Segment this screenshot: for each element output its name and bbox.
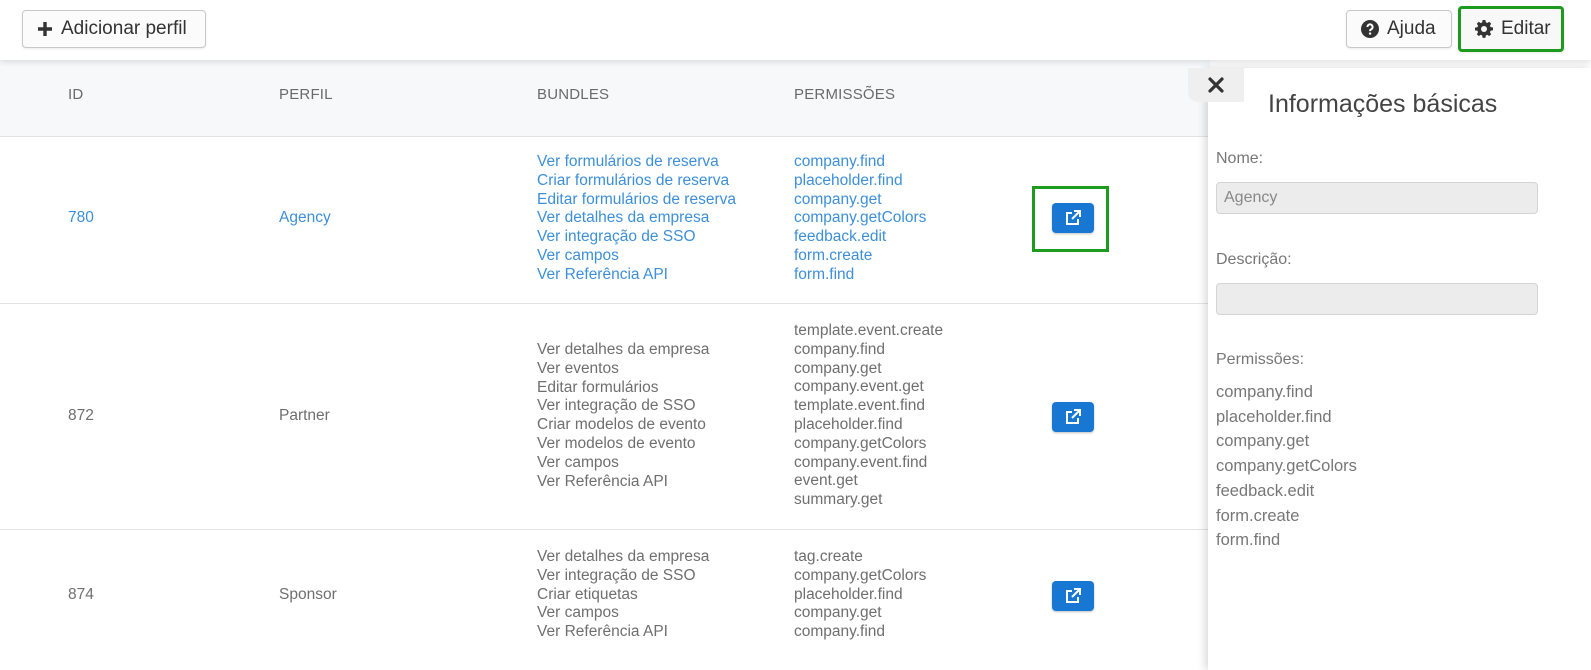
panel-permission-item: feedback.edit (1216, 481, 1315, 500)
row-id: 874 (68, 586, 94, 603)
open-edit-button[interactable] (1052, 402, 1094, 432)
gear-icon (1475, 20, 1493, 38)
permission-item: tag.create (794, 548, 863, 565)
permissions-list: company.find placeholder.find company.ge… (794, 153, 926, 285)
permission-item: company.getColors (794, 566, 927, 584)
permission-link[interactable]: company.getColors (794, 209, 926, 228)
bundles-list: Ver detalhes da empresa Ver eventos Edit… (537, 341, 709, 491)
permission-link[interactable]: company.find (794, 153, 926, 172)
permission-link[interactable]: placeholder.find (794, 172, 926, 191)
header-profile: PERFIL (279, 86, 333, 103)
bundle-link[interactable]: Ver detalhes da empresa (537, 209, 736, 228)
add-profile-label: Adicionar perfil (61, 18, 187, 39)
bundle-item: Ver campos (537, 453, 619, 471)
permission-item: placeholder.find (794, 415, 903, 433)
row-id: 872 (68, 407, 94, 424)
bundle-link[interactable]: Editar formulários de reserva (537, 191, 736, 210)
panel-title: Informações básicas (1268, 90, 1498, 118)
bundle-item: Ver Referência API (537, 472, 668, 490)
bundle-link[interactable]: Criar formulários de reserva (537, 172, 736, 191)
permission-item: company.find (794, 623, 886, 641)
bundle-link[interactable]: Ver Referência API (537, 266, 736, 285)
row-id-link[interactable]: 780 (68, 209, 94, 227)
help-button[interactable]: Ajuda (1346, 10, 1452, 48)
permission-link[interactable]: form.create (794, 247, 926, 266)
permission-item: company.find (794, 340, 886, 358)
bundle-item: Ver campos (537, 604, 619, 622)
permission-link[interactable]: company.get (794, 191, 926, 210)
close-panel-button[interactable] (1188, 68, 1244, 102)
panel-permission-item: company.getColors (1216, 457, 1357, 476)
panel-permissions-list: company.find placeholder.find company.ge… (1216, 380, 1357, 553)
permission-item: event.get (794, 472, 858, 490)
permissions-list: tag.create company.getColors placeholder… (794, 548, 926, 642)
permission-item: template.event.find (794, 397, 925, 415)
external-link-icon (1066, 210, 1081, 225)
permission-item: company.get (794, 604, 882, 622)
bundle-item: Ver detalhes da empresa (537, 548, 710, 565)
help-label: Ajuda (1387, 18, 1436, 39)
header-permissions: PERMISSÕES (794, 86, 896, 103)
permission-item: template.event.create (794, 322, 944, 339)
panel-permission-item: company.get (1216, 432, 1310, 451)
bundle-item: Ver integração de SSO (537, 397, 696, 415)
row-profile-link[interactable]: Agency (279, 209, 331, 227)
question-circle-icon (1361, 20, 1379, 38)
permission-item: placeholder.find (794, 585, 903, 603)
edit-button[interactable]: Editar (1458, 6, 1564, 52)
permissions-list: template.event.create company.find compa… (794, 322, 943, 510)
bundle-link[interactable]: Ver campos (537, 247, 736, 266)
description-field[interactable] (1216, 283, 1538, 315)
bundle-item: Ver integração de SSO (537, 566, 696, 584)
bundles-list: Ver detalhes da empresa Ver integração d… (537, 548, 709, 642)
permission-item: company.event.find (794, 453, 928, 471)
description-label: Descrição: (1216, 251, 1292, 268)
bundle-link[interactable]: Ver formulários de reserva (537, 153, 736, 172)
permission-item: company.getColors (794, 434, 927, 452)
bundle-link[interactable]: Ver integração de SSO (537, 228, 736, 247)
add-profile-button[interactable]: Adicionar perfil (22, 10, 206, 48)
permission-item: summary.get (794, 491, 883, 509)
open-edit-button[interactable] (1052, 581, 1094, 611)
bundle-item: Editar formulários (537, 378, 659, 396)
row-profile: Partner (279, 407, 330, 424)
panel-permission-item: form.create (1216, 506, 1300, 525)
bundle-item: Ver eventos (537, 359, 619, 377)
bundle-item: Ver detalhes da empresa (537, 341, 710, 358)
open-edit-button[interactable] (1052, 203, 1094, 233)
external-link-icon (1066, 409, 1081, 424)
edit-label: Editar (1501, 18, 1551, 39)
panel-permission-item: form.find (1216, 531, 1281, 550)
header-bundles: BUNDLES (537, 86, 610, 103)
bundle-item: Ver modelos de evento (537, 434, 696, 452)
bundle-item: Criar modelos de evento (537, 416, 706, 434)
row-profile: Sponsor (279, 586, 337, 603)
permission-link[interactable]: feedback.edit (794, 228, 926, 247)
header-id: ID (68, 86, 84, 103)
external-link-icon (1066, 588, 1081, 603)
toolbar: Adicionar perfil Ajuda Editar (0, 0, 1591, 60)
bundle-item: Ver Referência API (537, 623, 668, 641)
panel-permission-item: company.find (1216, 383, 1313, 401)
bundle-item: Criar etiquetas (537, 585, 638, 603)
plus-icon (37, 21, 53, 37)
details-panel: Informações básicas Nome: Agency Descriç… (1208, 68, 1591, 670)
permission-link[interactable]: form.find (794, 266, 926, 285)
permission-item: company.get (794, 359, 882, 377)
panel-permission-item: placeholder.find (1216, 407, 1332, 426)
name-field[interactable]: Agency (1216, 182, 1538, 214)
name-label: Nome: (1216, 150, 1264, 167)
close-icon (1208, 77, 1224, 93)
permissions-label: Permissões: (1216, 351, 1305, 368)
permission-item: company.event.get (794, 378, 924, 396)
bundles-list: Ver formulários de reserva Criar formulá… (537, 153, 736, 285)
